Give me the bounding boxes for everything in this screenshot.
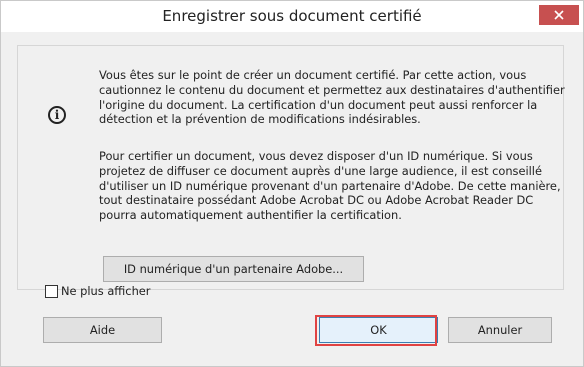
certification-description: Vous êtes sur le point de créer un docum… bbox=[99, 68, 565, 127]
dialog-body: i Vous êtes sur le point de créer un doc… bbox=[7, 32, 577, 362]
dialog-title: Enregistrer sous document certifié bbox=[162, 7, 422, 25]
close-icon bbox=[554, 10, 564, 20]
info-icon: i bbox=[48, 106, 66, 124]
digital-id-description: Pour certifier un document, vous devez d… bbox=[99, 149, 561, 223]
close-button[interactable] bbox=[539, 5, 579, 25]
do-not-show-again-row[interactable]: Ne plus afficher bbox=[45, 284, 150, 298]
message-group: i Vous êtes sur le point de créer un doc… bbox=[17, 45, 565, 290]
adobe-partner-id-button[interactable]: ID numérique d'un partenaire Adobe... bbox=[103, 256, 364, 282]
help-button[interactable]: Aide bbox=[43, 317, 162, 343]
ok-button[interactable]: OK bbox=[319, 317, 438, 343]
title-bar: Enregistrer sous document certifié bbox=[1, 1, 583, 32]
cancel-button[interactable]: Annuler bbox=[448, 317, 552, 343]
certified-document-dialog: Enregistrer sous document certifié i Vou… bbox=[0, 0, 584, 367]
do-not-show-again-checkbox[interactable] bbox=[45, 284, 58, 298]
do-not-show-again-label[interactable]: Ne plus afficher bbox=[61, 284, 150, 298]
